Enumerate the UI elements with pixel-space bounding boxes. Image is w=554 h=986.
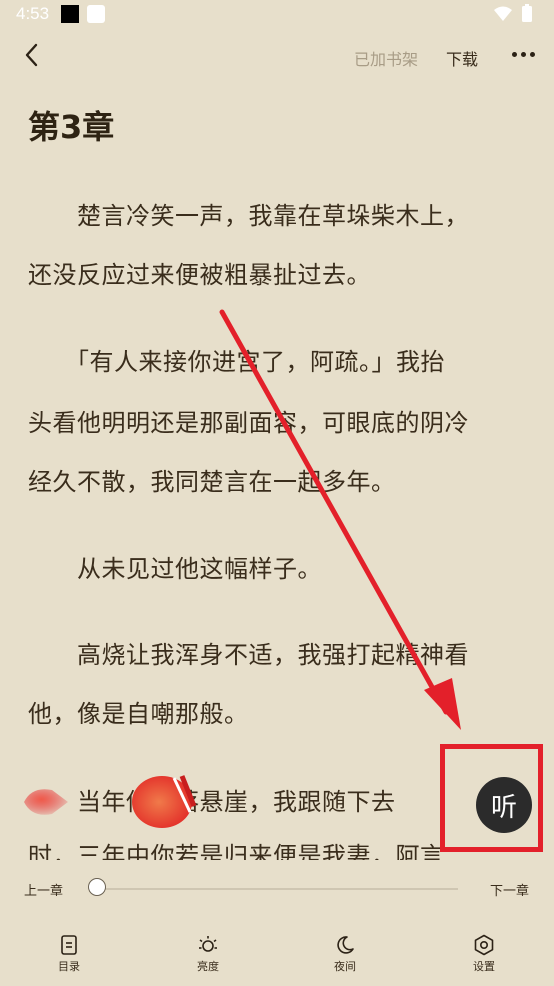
download-button[interactable]: 下载 bbox=[446, 46, 478, 70]
progress-thumb[interactable] bbox=[88, 878, 106, 896]
text-line: 时，三年中你若是归来便是我妻，阿言 bbox=[28, 842, 445, 860]
nav-item-night[interactable]: 夜间 bbox=[315, 934, 375, 982]
moon-icon bbox=[337, 936, 354, 954]
chapter-title: 第3章 bbox=[28, 108, 115, 146]
red-sticker-icon bbox=[24, 789, 68, 815]
added-to-shelf-button[interactable]: 已加书架 bbox=[354, 46, 418, 70]
toc-icon bbox=[61, 935, 77, 955]
text-line: 「有人来接你进宫了，阿疏。」我抬 bbox=[28, 348, 445, 376]
nav-item-settings[interactable]: 设置 bbox=[454, 934, 514, 982]
annotation-highlight-box bbox=[440, 744, 543, 852]
text-line: 楚言冷笑一声，我靠在草垛柴木上， bbox=[28, 202, 469, 230]
brightness-icon bbox=[199, 936, 217, 952]
status-bar: 4:53 bbox=[0, 0, 554, 28]
nav-label-night: 夜间 bbox=[334, 960, 356, 973]
orange-sticker-icon bbox=[132, 775, 197, 828]
text-line: 他，像是自嘲那般。 bbox=[28, 700, 249, 728]
nav-label-brightness: 亮度 bbox=[197, 960, 219, 973]
progress-track[interactable] bbox=[94, 888, 458, 890]
text-line: 经久不散，我同楚言在一起多年。 bbox=[28, 468, 396, 496]
reader-toolbar: 已加书架 下载 bbox=[0, 30, 554, 82]
more-icon[interactable] bbox=[508, 44, 540, 64]
status-time: 4:53 bbox=[16, 4, 50, 23]
nav-item-toc[interactable]: 目录 bbox=[39, 934, 99, 982]
prev-chapter-button[interactable]: 上一章 bbox=[24, 880, 63, 899]
next-chapter-button[interactable]: 下一章 bbox=[490, 880, 529, 899]
nav-label-settings: 设置 bbox=[473, 960, 495, 973]
wifi-battery-icons bbox=[494, 4, 532, 22]
nav-item-brightness[interactable]: 亮度 bbox=[178, 934, 238, 982]
text-line: 从未见过他这幅样子。 bbox=[28, 555, 322, 583]
bottom-nav: 目录 亮度 夜间 设置 bbox=[0, 930, 554, 986]
notification-icon bbox=[61, 5, 79, 23]
back-arrow-icon[interactable] bbox=[18, 40, 48, 70]
app-notification-icon bbox=[87, 5, 105, 23]
text-line: 高烧让我浑身不适，我强打起精神看 bbox=[28, 641, 469, 669]
nav-label-toc: 目录 bbox=[58, 960, 80, 973]
chapter-progress: 上一章 下一章 bbox=[0, 870, 554, 910]
text-line: 头看他明明还是那副面容，可眼底的阴冷 bbox=[28, 409, 469, 437]
settings-icon bbox=[474, 934, 494, 956]
text-line: 当年你掉落悬崖，我跟随下去 bbox=[28, 788, 396, 816]
text-line: 还没反应过来便被粗暴扯过去。 bbox=[28, 261, 371, 289]
